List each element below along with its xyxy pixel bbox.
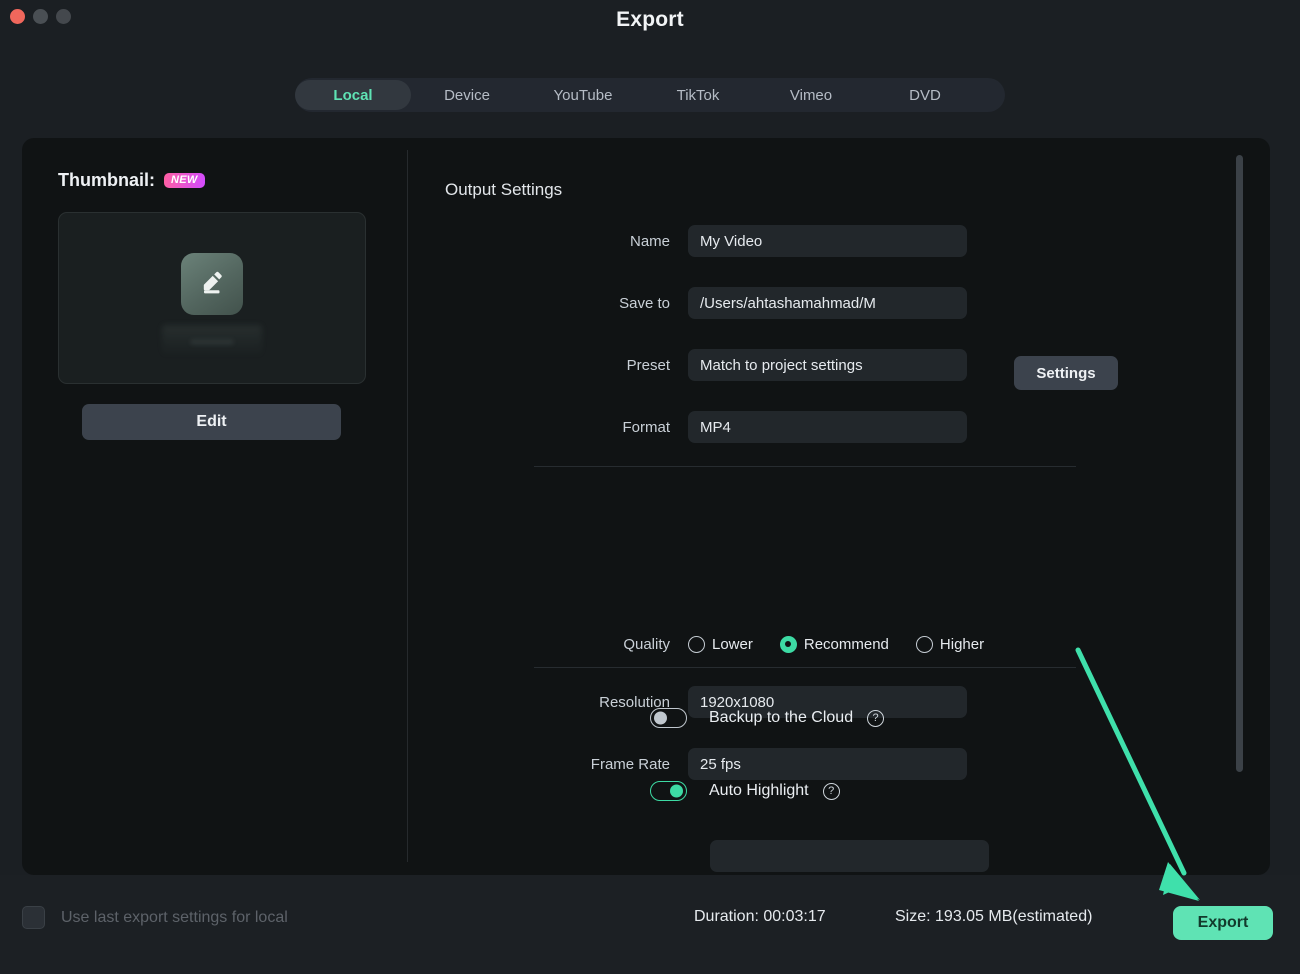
use-last-settings-checkbox[interactable] <box>22 906 45 929</box>
format-label: Format <box>622 418 670 436</box>
use-last-settings-label: Use last export settings for local <box>61 908 288 926</box>
divider-upper <box>534 466 1076 467</box>
tab-dvd[interactable]: DVD <box>869 80 981 110</box>
format-select[interactable]: MP4 <box>688 411 967 443</box>
auto-highlight-help-icon[interactable]: ? <box>822 782 840 800</box>
name-label: Name <box>629 232 670 250</box>
quality-recommend-label: Recommend <box>803 635 889 653</box>
frame-rate-row: Frame Rate 25 fps <box>445 748 1085 780</box>
preset-settings-button[interactable]: Settings <box>1014 356 1118 390</box>
auto-highlight-label: Auto Highlight <box>709 782 809 799</box>
backup-cloud-toggle[interactable] <box>650 708 687 728</box>
page-title: Export <box>616 8 684 31</box>
export-button[interactable]: Export <box>1173 906 1273 940</box>
output-settings-title: Output Settings <box>445 180 563 199</box>
frame-rate-label: Frame Rate <box>590 755 670 773</box>
save-to-row: Save to /Users/ahtashamahmad/M <box>445 287 1085 319</box>
tab-vimeo[interactable]: Vimeo <box>753 80 869 110</box>
edit-thumbnail-button[interactable]: Edit <box>82 404 341 440</box>
output-settings-section: Output Settings Name My Video AI Save to… <box>445 138 1270 875</box>
backup-cloud-row: Backup to the Cloud ? <box>650 705 885 731</box>
next-field-partial[interactable] <box>710 840 989 872</box>
format-row: Format MP4 <box>445 411 1085 443</box>
name-input[interactable]: My Video <box>688 225 967 257</box>
settings-scrollbar-track[interactable] <box>1236 155 1243 855</box>
quality-higher-label: Higher <box>939 635 985 653</box>
thumbnail-section: Thumbnail: NEW Edit <box>58 170 388 440</box>
use-last-settings-checkbox-wrap[interactable]: Use last export settings for local <box>22 906 288 929</box>
quality-option-recommend[interactable]: Recommend <box>779 635 889 653</box>
quality-options: Lower Recommend Higher <box>688 635 985 653</box>
divider-lower <box>534 667 1076 668</box>
preset-label: Preset <box>626 356 670 374</box>
save-to-label: Save to <box>619 294 670 312</box>
name-row: Name My Video <box>445 225 1085 257</box>
thumbnail-label: Thumbnail: <box>58 170 155 190</box>
radio-lower[interactable] <box>688 635 705 653</box>
settings-scrollbar-thumb[interactable] <box>1236 155 1243 772</box>
save-to-input[interactable]: /Users/ahtashamahmad/M <box>688 287 967 319</box>
tab-tiktok[interactable]: TikTok <box>643 80 753 110</box>
thumbnail-header: Thumbnail: NEW <box>58 170 388 191</box>
auto-highlight-toggle[interactable] <box>650 781 687 801</box>
quality-row: Quality Lower Recommend Higher <box>445 631 1105 657</box>
column-divider <box>407 150 408 862</box>
thumbnail-reflection-bar <box>190 338 234 345</box>
frame-rate-select[interactable]: 25 fps <box>688 748 967 780</box>
tab-youtube[interactable]: YouTube <box>523 80 643 110</box>
pencil-edit-icon <box>181 253 243 316</box>
size-text: Size: 193.05 MB(estimated) <box>895 908 1093 925</box>
radio-higher[interactable] <box>915 635 933 653</box>
export-settings-panel: Thumbnail: NEW Edit Output Settings Name… <box>22 138 1270 875</box>
quality-option-lower[interactable]: Lower <box>688 635 753 653</box>
quality-label: Quality <box>623 635 670 653</box>
backup-cloud-label: Backup to the Cloud <box>709 709 854 726</box>
export-dialog: Export Local Device YouTube TikTok Vimeo… <box>0 0 1300 974</box>
tab-local[interactable]: Local <box>295 80 411 110</box>
title-bar: Export <box>0 0 1300 48</box>
duration-text: Duration: 00:03:17 <box>694 908 826 925</box>
footer-bar: Use last export settings for local Durat… <box>0 875 1300 974</box>
quality-lower-label: Lower <box>712 635 753 653</box>
backup-cloud-help-icon[interactable]: ? <box>867 709 885 727</box>
auto-highlight-row: Auto Highlight ? <box>650 778 840 804</box>
preset-select[interactable]: Match to project settings <box>688 349 967 381</box>
new-badge: NEW <box>164 173 205 188</box>
quality-option-higher[interactable]: Higher <box>915 635 985 653</box>
export-target-tabs: Local Device YouTube TikTok Vimeo DVD <box>295 78 1005 112</box>
preset-row: Preset Match to project settings <box>445 349 1085 381</box>
tab-device[interactable]: Device <box>411 80 523 110</box>
radio-recommend[interactable] <box>779 635 797 653</box>
thumbnail-preview[interactable] <box>58 212 366 384</box>
